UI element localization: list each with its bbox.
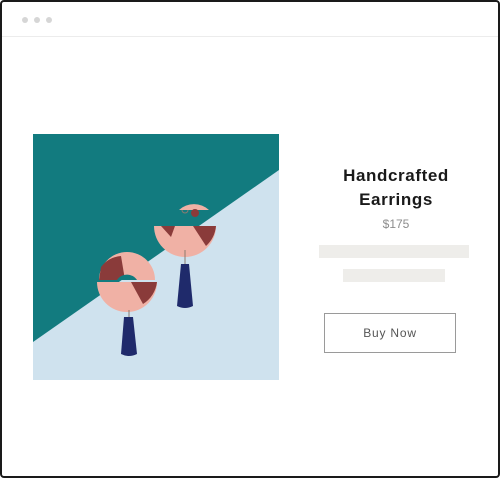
product-price: $175 [382, 217, 410, 231]
earrings-photo [33, 134, 279, 380]
window-dot-icon [22, 17, 28, 23]
product-title: Handcrafted Earrings [343, 166, 449, 209]
product-info: Handcrafted Earrings $175 [316, 164, 476, 232]
description-placeholder-line [343, 269, 445, 282]
browser-window: Handcrafted Earrings $175 Buy Now [0, 0, 500, 478]
description-placeholder-line [319, 245, 469, 258]
buy-now-button[interactable]: Buy Now [324, 313, 456, 353]
window-dot-icon [34, 17, 40, 23]
product-image [33, 134, 279, 380]
window-titlebar [2, 2, 498, 37]
window-dot-icon [46, 17, 52, 23]
